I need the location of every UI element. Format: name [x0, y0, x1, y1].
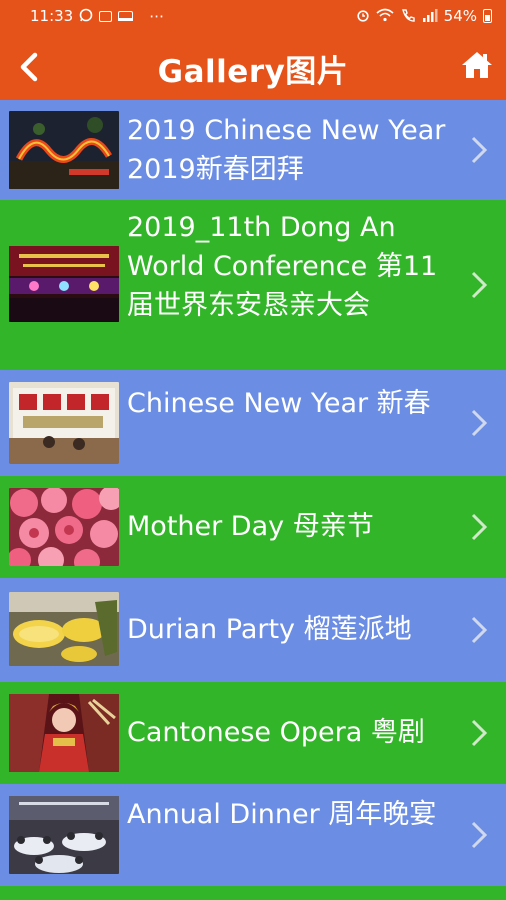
laptop-icon [118, 11, 134, 21]
status-right: 54% [356, 7, 492, 25]
chevron-right-icon [471, 136, 488, 164]
chevron-right-icon [471, 616, 488, 644]
wifi-icon [376, 8, 394, 25]
volte-call-icon [400, 8, 416, 25]
gallery-notification-icon [99, 10, 113, 22]
gallery-item[interactable]: Mother Day 母亲节 [0, 476, 506, 578]
gallery-item-label: Durian Party 榴莲派地 [127, 614, 412, 645]
dragon-lantern-thumbnail [9, 111, 119, 189]
page-title: Gallery图片 [157, 54, 349, 90]
gallery-item-partial[interactable] [0, 886, 506, 900]
more-notifications-icon: ⋯ [149, 7, 165, 25]
chevron-right-icon [471, 409, 488, 437]
gallery-item-label: Cantonese Opera 粤剧 [127, 717, 425, 748]
home-icon [462, 52, 492, 78]
chevron-right-icon [471, 821, 488, 849]
pink-roses-thumbnail [9, 488, 119, 566]
gallery-item[interactable]: Chinese New Year 新春 [0, 370, 506, 476]
app-bar: Gallery图片 [0, 32, 506, 100]
gallery-item[interactable]: Durian Party 榴莲派地 [0, 578, 506, 682]
chevron-right-icon [471, 271, 488, 299]
alarm-icon [356, 8, 370, 25]
gallery-item[interactable]: Annual Dinner 周年晚宴 [0, 784, 506, 886]
signal-icon [422, 8, 438, 25]
battery-icon [483, 9, 492, 23]
conference-stage-thumbnail [9, 246, 119, 322]
gallery-item-label: 2019_11th Dong An World Conference 第11届世… [127, 212, 438, 321]
status-bar: 11:33 ⋯ 54% [0, 0, 506, 32]
chevron-right-icon [471, 513, 488, 541]
gallery-item-label: 2019 Chinese New Year 2019新春团拜 [127, 115, 446, 185]
gallery-item-label: Annual Dinner 周年晚宴 [127, 799, 437, 830]
durian-thumbnail [9, 592, 119, 666]
home-button[interactable] [460, 48, 494, 82]
dinner-hall-thumbnail [9, 796, 119, 874]
battery-percent: 54% [443, 7, 477, 25]
opera-performer-thumbnail [9, 694, 119, 772]
gallery-item[interactable]: Cantonese Opera 粤剧 [0, 682, 506, 784]
gallery-item[interactable]: 2019 Chinese New Year 2019新春团拜 [0, 100, 506, 200]
new-year-event-thumbnail [9, 382, 119, 464]
status-left: 11:33 ⋯ [30, 7, 164, 25]
chevron-right-icon [471, 719, 488, 747]
gallery-item[interactable]: 2019_11th Dong An World Conference 第11届世… [0, 200, 506, 370]
gallery-item-label: Mother Day 母亲节 [127, 511, 374, 542]
whatsapp-icon [79, 8, 93, 25]
status-time: 11:33 [30, 7, 74, 25]
gallery-item-label: Chinese New Year 新春 [127, 388, 431, 419]
